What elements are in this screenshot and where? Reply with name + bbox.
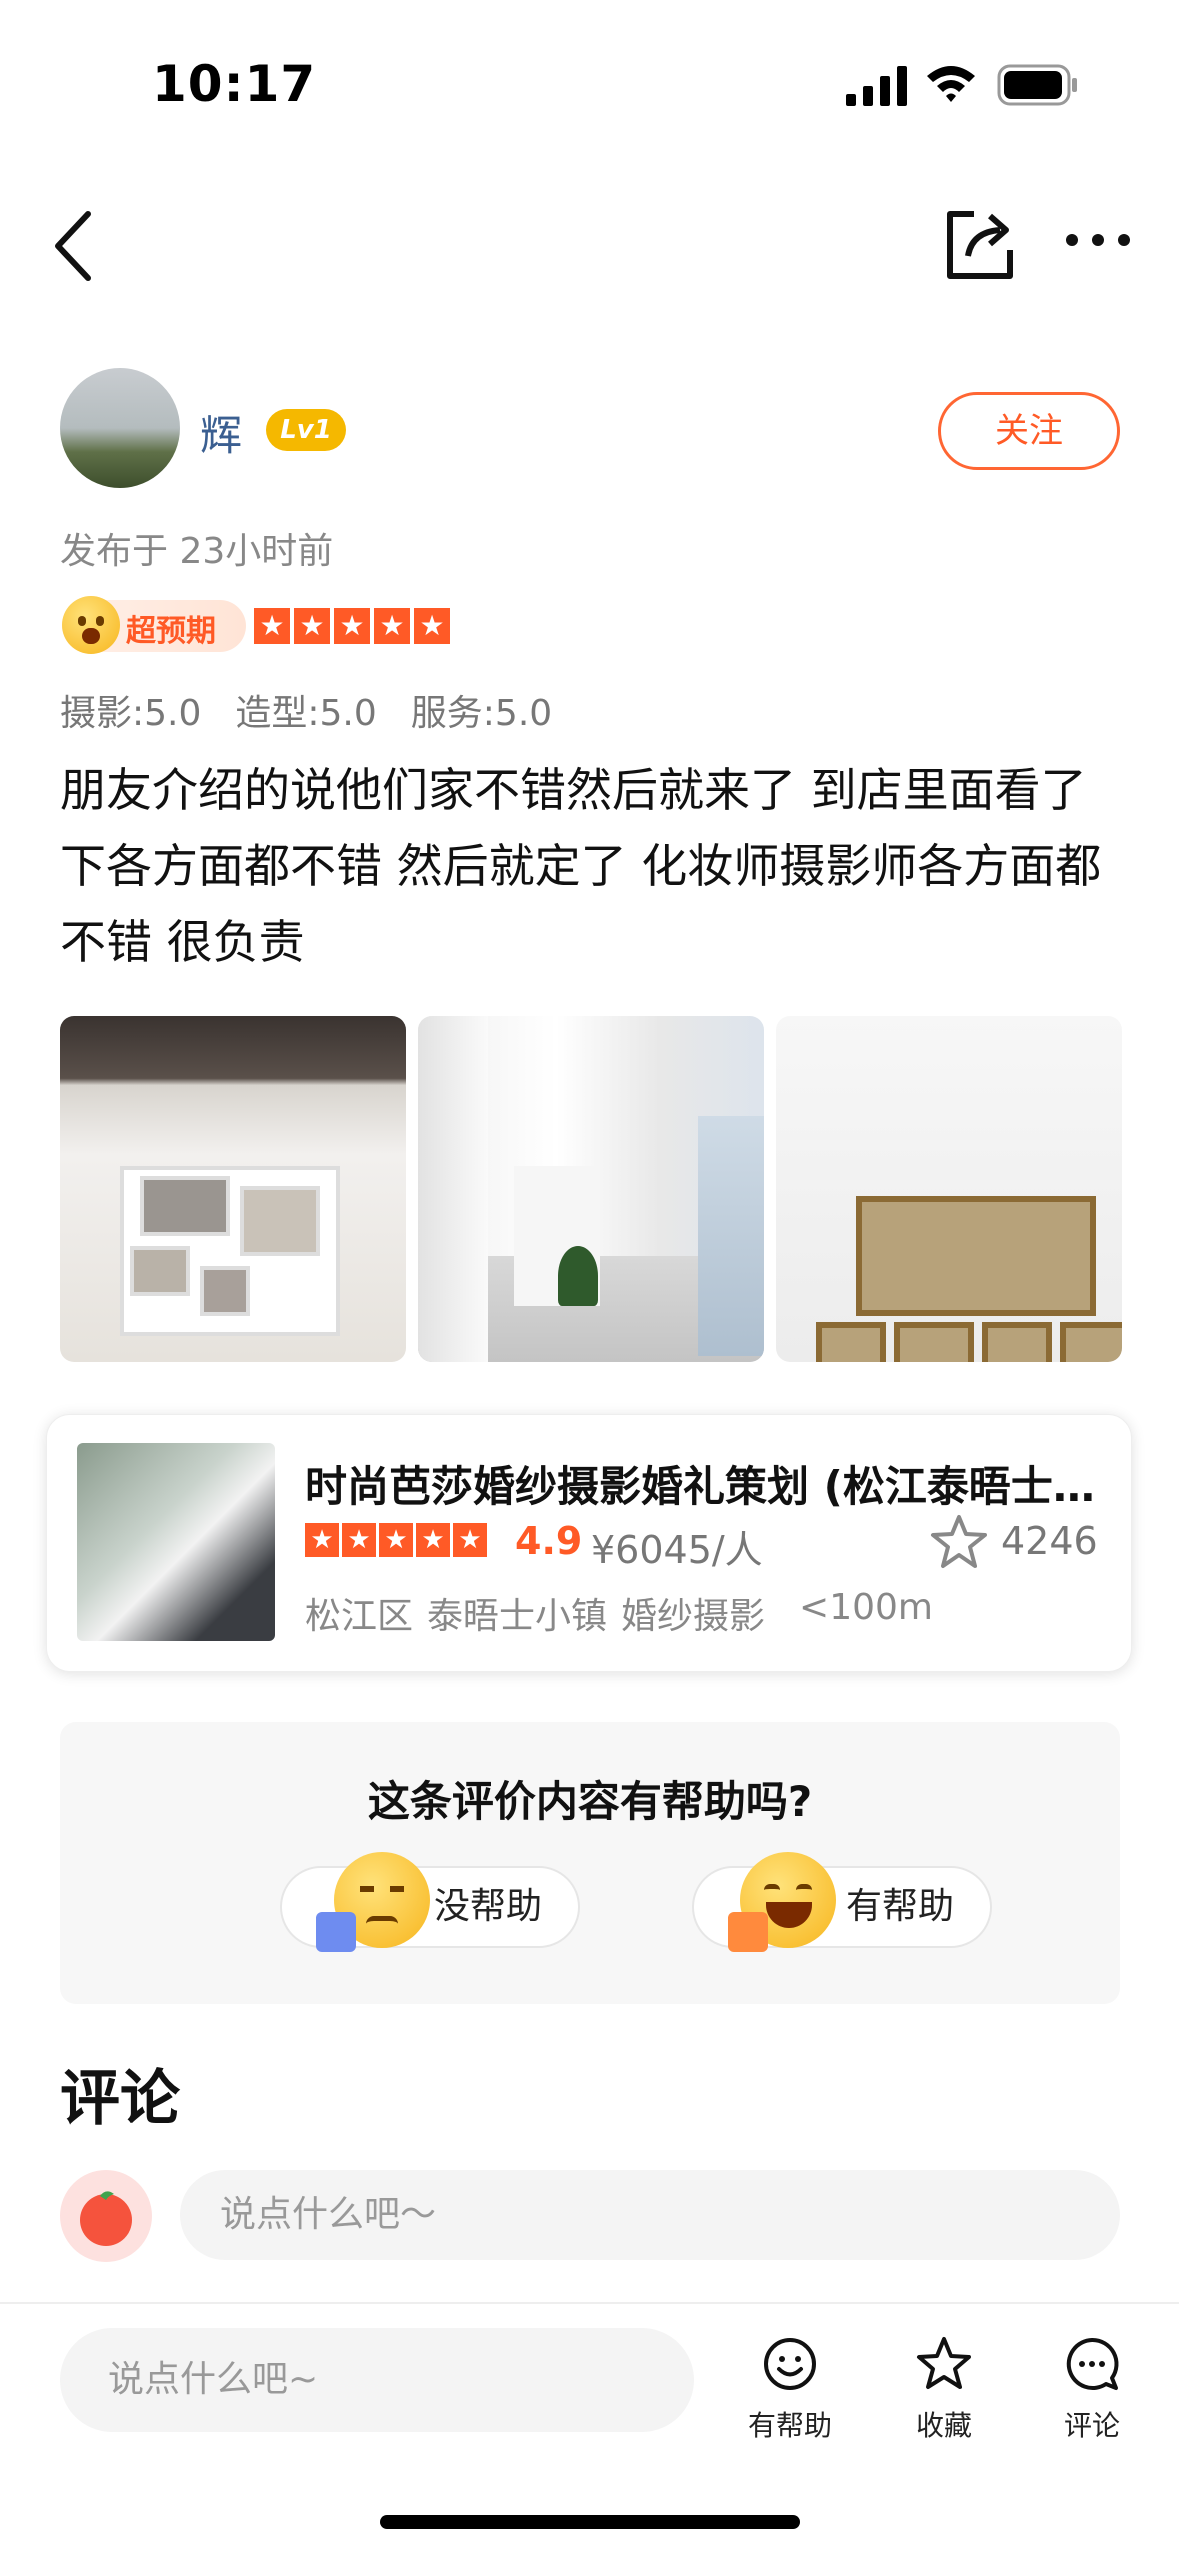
level-badge: Lv1: [266, 409, 346, 451]
author-avatar[interactable]: [60, 368, 180, 488]
star-icon: ★: [374, 608, 410, 644]
star-icon: ★: [254, 608, 290, 644]
signal-icon: [846, 66, 907, 106]
star-icon: ★: [305, 1523, 339, 1557]
thumbs-up-icon: [728, 1912, 768, 1952]
shop-distance: <100m: [799, 1587, 933, 1628]
wifi-icon: [927, 66, 975, 102]
star-icon: ★: [416, 1523, 450, 1557]
sub-rating-styling: 造型:5.0: [235, 693, 377, 734]
review-photo[interactable]: [60, 1016, 406, 1362]
tab-collect[interactable]: 收藏: [884, 2334, 1004, 2444]
review-photos: [60, 1016, 1122, 1362]
star-icon: ★: [414, 608, 450, 644]
star-outline-icon[interactable]: [929, 1513, 989, 1571]
shop-district: 松江区: [305, 1596, 414, 1637]
back-icon[interactable]: [46, 206, 106, 286]
star-icon: ★: [334, 608, 370, 644]
tomato-icon: [80, 2191, 132, 2246]
author-name[interactable]: 辉: [200, 402, 242, 463]
review-stars: ★ ★ ★ ★ ★: [254, 608, 450, 644]
tab-helpful[interactable]: 有帮助: [730, 2334, 850, 2444]
star-icon: ★: [453, 1523, 487, 1557]
tab-comment-label: 评论: [1063, 2409, 1120, 2442]
home-indicator: [380, 2515, 800, 2529]
helpful-question: 这条评价内容有帮助吗?: [367, 1777, 813, 1826]
sub-rating-photo: 摄影:5.0: [60, 693, 202, 734]
star-icon: ★: [294, 608, 330, 644]
shop-stars: ★ ★ ★ ★ ★: [305, 1523, 487, 1557]
comment-input[interactable]: 说点什么吧～: [180, 2170, 1120, 2260]
star-icon: ★: [342, 1523, 376, 1557]
top-nav: [0, 190, 1179, 300]
status-time: 10:17: [152, 55, 317, 113]
more-dots-icon[interactable]: [1062, 220, 1134, 260]
review-photo[interactable]: [418, 1016, 764, 1362]
shop-name: 时尚芭莎婚纱摄影婚礼策划 (松江泰晤士小镇店): [305, 1462, 1095, 1511]
review-text: 朋友介绍的说他们家不错然后就来了 到店里面看了下各方面都不错 然后就定了 化妆师…: [60, 763, 1102, 969]
favorite-count: 4246: [1001, 1519, 1098, 1563]
shop-area: 泰晤士小镇: [427, 1596, 608, 1637]
user-avatar: [60, 2170, 152, 2262]
sub-rating-service: 服务:5.0: [410, 693, 553, 734]
smile-icon: [764, 2338, 816, 2390]
thumbs-down-icon: [316, 1912, 356, 1952]
star-icon: ★: [379, 1523, 413, 1557]
tab-helpful-label: 有帮助: [747, 2409, 832, 2442]
shop-category: 婚纱摄影: [621, 1596, 766, 1637]
tab-collect-label: 收藏: [915, 2409, 972, 2442]
comments-title: 评论: [60, 2064, 180, 2134]
shop-meta: 松江区 泰晤士小镇 婚纱摄影 <100m: [305, 1587, 933, 1639]
review-photo[interactable]: [776, 1016, 1122, 1362]
helpful-panel: 这条评价内容有帮助吗? 没帮助 有帮助: [60, 1722, 1120, 2004]
shop-price: ¥6045/人: [591, 1528, 763, 1572]
comment-bubble-icon: [1066, 2337, 1119, 2390]
sub-ratings: 摄影:5.0 造型:5.0 服务:5.0: [60, 684, 552, 736]
share-icon[interactable]: [944, 206, 1016, 282]
battery-icon: [997, 64, 1077, 106]
bottom-comment-input[interactable]: 说点什么吧~: [60, 2328, 694, 2432]
expectation-label: 超预期: [126, 614, 216, 649]
shop-score: 4.9: [515, 1519, 583, 1563]
surprised-face-icon: [62, 596, 120, 654]
tab-comment[interactable]: 评论: [1032, 2334, 1152, 2444]
follow-button[interactable]: 关注: [938, 392, 1120, 470]
shop-card[interactable]: 时尚芭莎婚纱摄影婚礼策划 (松江泰晤士小镇店) ★ ★ ★ ★ ★ 4.9 ¥6…: [46, 1414, 1132, 1672]
star-icon: [917, 2337, 971, 2389]
publish-time: 发布于 23小时前: [60, 531, 334, 572]
shop-thumbnail: [77, 1443, 275, 1641]
status-bar: 10:17: [0, 0, 1179, 150]
